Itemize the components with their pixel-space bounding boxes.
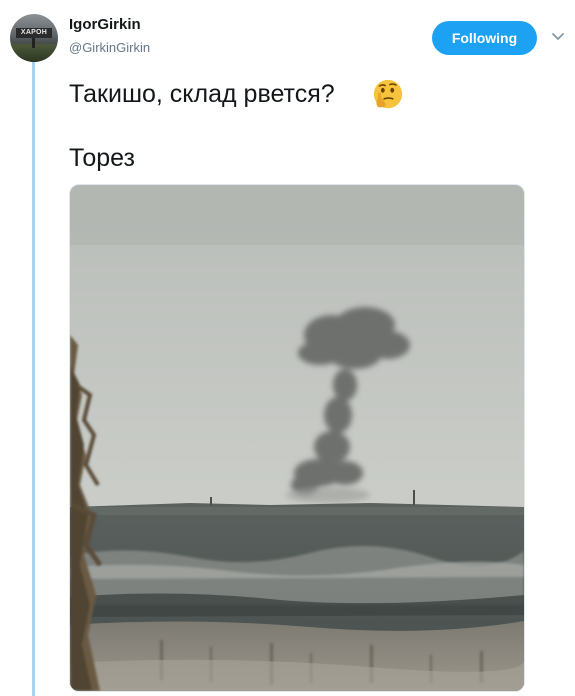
tweet-text-line-2: Торез: [69, 144, 135, 172]
user-handle[interactable]: @GirkinGirkin: [69, 40, 150, 55]
thinking-face-icon: [373, 79, 403, 109]
avatar[interactable]: ХАРОН: [10, 14, 58, 62]
tweet-text: Такишо, склад рвется? Торез: [69, 78, 549, 174]
tweet-card: ХАРОН IgorGirkin @GirkinGirkin Following…: [0, 0, 575, 696]
user-display-name[interactable]: IgorGirkin: [69, 16, 141, 33]
tweet-photo[interactable]: [69, 184, 525, 692]
thread-line: [32, 62, 35, 696]
chevron-down-icon[interactable]: [551, 32, 565, 42]
avatar-sign: ХАРОН: [16, 28, 52, 38]
tweet-text-line-1: Такишо, склад рвется?: [69, 80, 335, 108]
following-button[interactable]: Following: [432, 21, 537, 55]
explosion-photo: [70, 185, 524, 691]
